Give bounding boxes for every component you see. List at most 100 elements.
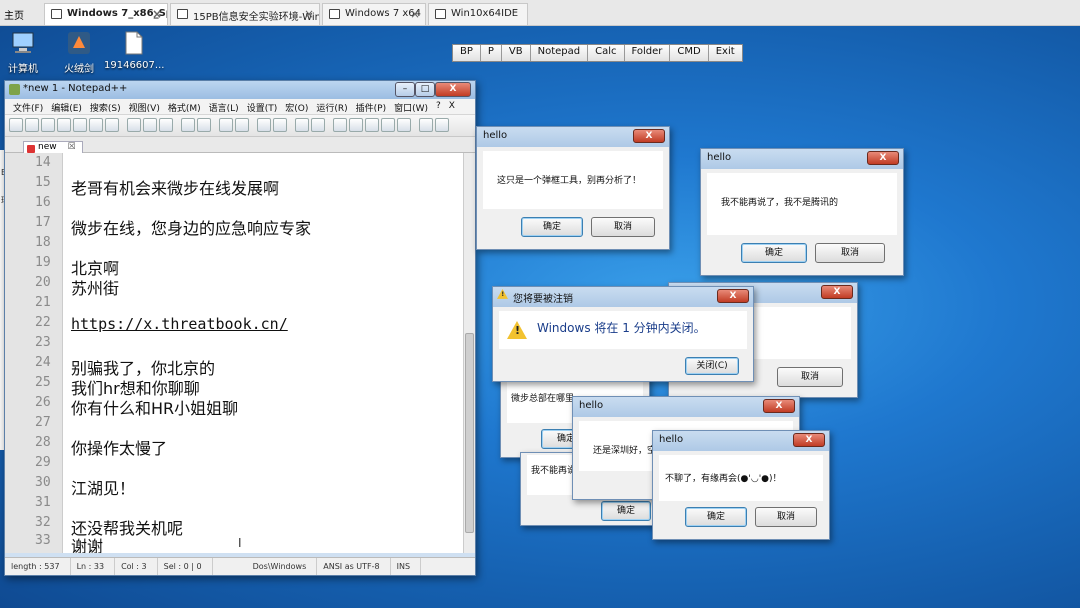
menu-macro[interactable]: 宏(O) (281, 99, 312, 114)
zoom-out-icon[interactable] (273, 118, 287, 132)
close-icon[interactable]: X (717, 289, 749, 303)
calc-button[interactable]: Calc (588, 45, 625, 61)
notepadpp-window[interactable]: *new 1 - Notepad++ – □ X 文件(F) 编辑(E) 搜索(… (4, 80, 476, 576)
exit-button[interactable]: Exit (708, 45, 742, 61)
tab-windows7-x86[interactable]: Windows 7_x86_Sp1 × (44, 3, 168, 25)
dialog-titlebar[interactable]: hello X (653, 431, 829, 451)
line-number: 24 (35, 355, 51, 370)
ok-button[interactable]: 确定 (601, 501, 651, 521)
editor-line: 19 北京啊 (5, 255, 465, 278)
dialog-titlebar[interactable]: hello X (573, 397, 799, 417)
line-number: 26 (35, 395, 51, 410)
paste-icon[interactable] (159, 118, 173, 132)
sync-scroll-icon[interactable] (295, 118, 309, 132)
menu-help[interactable]: ? (432, 99, 445, 114)
close-all-icon[interactable] (89, 118, 103, 132)
save-all-icon[interactable] (57, 118, 71, 132)
menu-close-doc[interactable]: X (445, 99, 459, 114)
function-list-icon[interactable] (397, 118, 411, 132)
desktop-icon-computer[interactable]: 计算机 (0, 30, 50, 75)
text-editor[interactable]: 14 15 老哥有机会来微步在线发展啊 16 17 微步在线，您身边的应急响应专家 … (5, 153, 465, 553)
cancel-button[interactable]: 取消 (815, 243, 885, 263)
dialog-titlebar[interactable]: 您将要被注销 X (493, 287, 753, 307)
p-button[interactable]: P (480, 45, 502, 61)
window-titlebar[interactable]: *new 1 - Notepad++ – □ X (5, 81, 475, 99)
menu-edit[interactable]: 编辑(E) (47, 99, 86, 114)
menu-settings[interactable]: 设置(T) (243, 99, 282, 114)
close-icon[interactable]: X (867, 151, 899, 165)
stop-macro-icon[interactable] (435, 118, 449, 132)
status-sel: Sel : 0 | 0 (158, 558, 213, 575)
editor-line: 24 别骗我了，你北京的 (5, 355, 465, 378)
dialog-titlebar[interactable]: hello X (477, 127, 669, 147)
close-icon[interactable]: × (152, 7, 162, 21)
show-all-chars-icon[interactable] (349, 118, 363, 132)
find-icon[interactable] (219, 118, 233, 132)
menu-plugins[interactable]: 插件(P) (352, 99, 390, 114)
indent-guide-icon[interactable] (365, 118, 379, 132)
logoff-dialog[interactable]: 您将要被注销 X Windows 将在 1 分钟内关闭。 关闭(C) (492, 286, 754, 382)
vb-button[interactable]: VB (501, 45, 531, 61)
close-button[interactable]: X (435, 82, 471, 97)
menu-window[interactable]: 窗口(W) (390, 99, 432, 114)
close-icon[interactable]: X (821, 285, 853, 299)
hello-dialog-7[interactable]: hello X 不聊了，有缘再会(●'◡'●)！ 确定 取消 (652, 430, 830, 540)
zoom-in-icon[interactable] (257, 118, 271, 132)
cmd-button[interactable]: CMD (670, 45, 709, 61)
menu-language[interactable]: 语言(L) (205, 99, 243, 114)
close-icon[interactable]: X (793, 433, 825, 447)
menu-view[interactable]: 视图(V) (125, 99, 164, 114)
close-icon[interactable]: ☒ (67, 142, 75, 152)
sync-h-scroll-icon[interactable] (311, 118, 325, 132)
desktop-icon-label: 计算机 (8, 64, 38, 75)
save-icon[interactable] (41, 118, 55, 132)
home-tab[interactable]: 主页 (0, 3, 30, 25)
doc-map-icon[interactable] (381, 118, 395, 132)
ok-button[interactable]: 确定 (685, 507, 747, 527)
close-icon[interactable]: × (304, 7, 314, 21)
bp-button[interactable]: BP (453, 45, 481, 61)
vm-icon (435, 9, 446, 19)
notepad-button[interactable]: Notepad (530, 45, 589, 61)
close-icon[interactable]: X (633, 129, 665, 143)
copy-icon[interactable] (143, 118, 157, 132)
ok-button[interactable]: 确定 (741, 243, 807, 263)
desktop-icon-file[interactable]: 19146607... (104, 30, 164, 71)
vertical-scrollbar[interactable] (463, 153, 475, 553)
folder-button[interactable]: Folder (624, 45, 671, 61)
print-icon[interactable] (105, 118, 119, 132)
unsaved-icon (27, 145, 35, 153)
desktop-icon-huorong[interactable]: 火绒剑 (52, 30, 106, 75)
tab-15pb[interactable]: 15PB信息安全实验环境-Win... × (170, 3, 320, 25)
menu-run[interactable]: 运行(R) (312, 99, 351, 114)
close-logoff-button[interactable]: 关闭(C) (685, 357, 739, 375)
redo-icon[interactable] (197, 118, 211, 132)
editor-line: 14 (5, 155, 465, 175)
close-icon[interactable]: × (410, 7, 420, 21)
menu-format[interactable]: 格式(M) (164, 99, 205, 114)
menu-file[interactable]: 文件(F) (9, 99, 47, 114)
cancel-button[interactable]: 取消 (777, 367, 843, 387)
close-icon[interactable]: X (763, 399, 795, 413)
undo-icon[interactable] (181, 118, 195, 132)
close-file-icon[interactable] (73, 118, 87, 132)
scrollbar-thumb[interactable] (465, 333, 474, 533)
menu-search[interactable]: 搜索(S) (86, 99, 125, 114)
cut-icon[interactable] (127, 118, 141, 132)
minimize-button[interactable]: – (395, 82, 415, 97)
replace-icon[interactable] (235, 118, 249, 132)
word-wrap-icon[interactable] (333, 118, 347, 132)
tab-windows7-x64[interactable]: Windows 7 x64 × (322, 3, 426, 25)
hello-dialog-2[interactable]: hello X 我不能再说了，我不是腾讯的 确定 取消 (700, 148, 904, 276)
open-file-icon[interactable] (25, 118, 39, 132)
new-file-icon[interactable] (9, 118, 23, 132)
tab-win10[interactable]: Win10x64IDE (428, 3, 528, 25)
ok-button[interactable]: 确定 (521, 217, 583, 237)
cancel-button[interactable]: 取消 (591, 217, 655, 237)
maximize-button[interactable]: □ (415, 82, 435, 97)
cancel-button[interactable]: 取消 (755, 507, 817, 527)
dialog-titlebar[interactable]: hello X (701, 149, 903, 169)
record-macro-icon[interactable] (419, 118, 433, 132)
hello-dialog-1[interactable]: hello X 这只是一个弹框工具，别再分析了！ 确定 取消 (476, 126, 670, 250)
line-url[interactable]: https://x.threatbook.cn/ (71, 315, 288, 333)
